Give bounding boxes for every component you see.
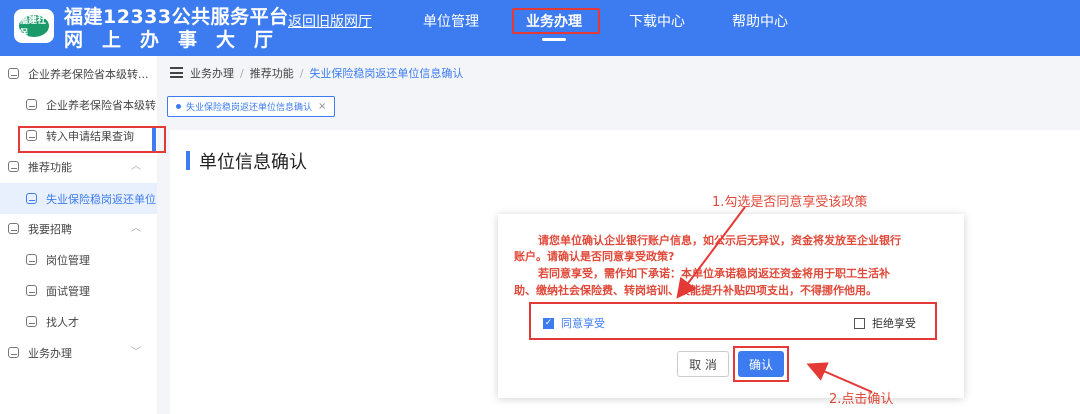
annotation-arrow-1 bbox=[676, 206, 746, 299]
annotation-arrows bbox=[676, 206, 873, 393]
annotation-arrow-2 bbox=[806, 362, 873, 393]
